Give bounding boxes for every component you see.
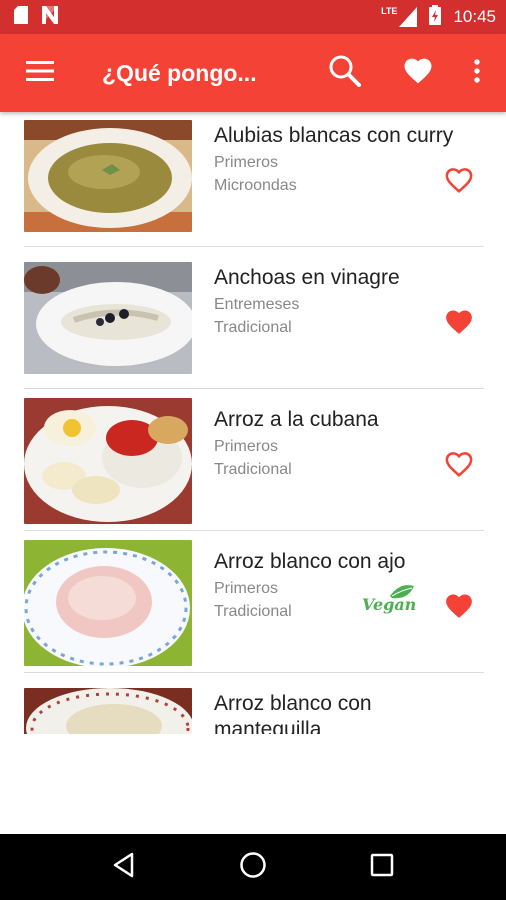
recipe-title: Anchoas en vinagre bbox=[214, 266, 400, 289]
recipe-item[interactable]: Arroz blanco con mantequilla bbox=[0, 680, 506, 734]
recipe-category: Primeros bbox=[214, 154, 279, 171]
recipe-list[interactable]: Alubias blancas con curry Primeros Micro… bbox=[0, 112, 506, 734]
home-circle-icon bbox=[239, 851, 267, 884]
recipe-thumbnail bbox=[24, 688, 192, 734]
status-bar: LTE 10:45 bbox=[0, 0, 506, 34]
status-time: 10:45 bbox=[453, 7, 496, 26]
recipe-thumbnail bbox=[24, 120, 192, 232]
favorite-toggle[interactable] bbox=[444, 450, 476, 482]
app-title: ¿Qué pongo... bbox=[102, 59, 257, 86]
favorite-toggle[interactable] bbox=[444, 166, 476, 198]
recipe-thumbnail bbox=[24, 398, 192, 524]
search-button[interactable] bbox=[314, 34, 376, 112]
recipe-category: Primeros bbox=[214, 580, 279, 597]
recipe-title: Arroz blanco con ajo bbox=[214, 550, 406, 573]
hamburger-menu-icon bbox=[26, 60, 54, 87]
recipe-title: Arroz blanco con bbox=[214, 692, 372, 715]
heart-icon bbox=[403, 57, 433, 89]
recipe-thumbnail bbox=[24, 262, 192, 374]
recents-square-icon bbox=[370, 853, 394, 882]
recipe-title: Alubias blancas con curry bbox=[214, 124, 454, 147]
divider bbox=[24, 530, 484, 531]
back-button[interactable] bbox=[94, 837, 154, 897]
favorite-toggle[interactable] bbox=[444, 308, 476, 340]
menu-button[interactable] bbox=[0, 34, 80, 112]
search-icon bbox=[328, 54, 362, 93]
vegan-badge: Vegan bbox=[360, 582, 416, 616]
heart-filled-icon bbox=[444, 310, 474, 340]
recipe-method: Tradicional bbox=[214, 319, 292, 336]
recipe-category: Primeros bbox=[214, 438, 279, 455]
divider bbox=[24, 672, 484, 673]
favorite-toggle[interactable] bbox=[444, 592, 476, 624]
vegan-label: Vegan bbox=[362, 595, 416, 614]
heart-filled-icon bbox=[444, 594, 474, 624]
lte-signal-icon: LTE bbox=[381, 7, 418, 27]
recipe-item[interactable]: Arroz a la cubana Primeros Tradicional bbox=[0, 396, 506, 538]
heart-outline-icon bbox=[444, 168, 474, 198]
recipe-category: Entremeses bbox=[214, 296, 300, 313]
app-bar: ¿Qué pongo... bbox=[0, 34, 506, 112]
home-button[interactable] bbox=[223, 837, 283, 897]
recipe-item[interactable]: Alubias blancas con curry Primeros Micro… bbox=[0, 112, 506, 254]
sd-card-icon bbox=[14, 5, 28, 29]
divider bbox=[24, 388, 484, 389]
back-triangle-icon bbox=[112, 852, 136, 883]
recents-button[interactable] bbox=[352, 837, 412, 897]
n-notification-icon bbox=[40, 5, 60, 29]
recipe-item[interactable]: Arroz blanco con ajo Primeros Tradiciona… bbox=[0, 538, 506, 680]
divider bbox=[24, 246, 484, 247]
recipe-title-line2: mantequilla bbox=[214, 718, 322, 734]
recipe-item[interactable]: Anchoas en vinagre Entremeses Tradiciona… bbox=[0, 254, 506, 396]
recipe-thumbnail bbox=[24, 540, 192, 666]
recipe-title: Arroz a la cubana bbox=[214, 408, 379, 431]
more-options-button[interactable] bbox=[460, 34, 494, 112]
recipe-method: Microondas bbox=[214, 177, 297, 194]
favorites-button[interactable] bbox=[376, 34, 460, 112]
recipe-method: Tradicional bbox=[214, 461, 292, 478]
recipe-method: Tradicional bbox=[214, 603, 292, 620]
more-vert-icon bbox=[474, 58, 480, 88]
battery-charging-icon bbox=[429, 4, 442, 30]
navigation-bar bbox=[0, 834, 506, 900]
heart-outline-icon bbox=[444, 452, 474, 482]
